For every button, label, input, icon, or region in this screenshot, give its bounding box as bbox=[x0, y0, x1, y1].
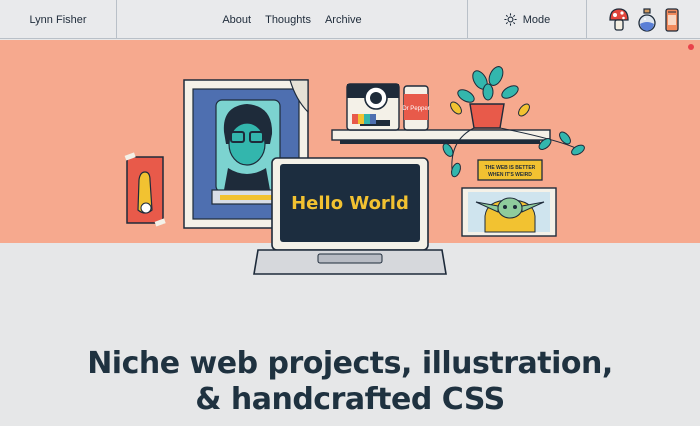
headline-line-1: Niche web projects, illustration, bbox=[87, 346, 613, 382]
nav-link-archive[interactable]: Archive bbox=[325, 14, 362, 26]
polaroid-camera bbox=[346, 83, 400, 131]
site-brand[interactable]: Lynn Fisher bbox=[0, 0, 116, 39]
creature-poster bbox=[461, 187, 557, 237]
main-nav: About Thoughts Archive bbox=[117, 0, 467, 39]
sign-line-1: THE WEB IS BETTER bbox=[485, 165, 536, 171]
sign-line-2: WHEN IT'S WEIRD bbox=[488, 172, 532, 178]
cat-poster bbox=[124, 152, 166, 227]
brand-name[interactable]: Lynn Fisher bbox=[29, 14, 86, 26]
mushroom-icon[interactable] bbox=[608, 7, 630, 33]
mode-label[interactable]: Mode bbox=[523, 14, 551, 26]
laptop-screen-text: Hello World bbox=[291, 193, 409, 214]
soda-label: Dr Pepper bbox=[402, 106, 429, 112]
soda-can-icon[interactable] bbox=[664, 7, 680, 33]
mode-toggle-button[interactable]: Mode bbox=[468, 0, 586, 39]
sun-icon bbox=[504, 13, 517, 26]
page-headline: Niche web projects, illustration, & hand… bbox=[0, 346, 700, 418]
nav-link-thoughts[interactable]: Thoughts bbox=[265, 14, 311, 26]
weird-web-sign: THE WEB IS BETTER WHEN IT'S WEIRD bbox=[477, 159, 543, 181]
sticker-tray bbox=[587, 0, 700, 39]
headline-line-2: & handcrafted CSS bbox=[195, 382, 505, 418]
nav-link-about[interactable]: About bbox=[222, 14, 251, 26]
laptop: Hello World bbox=[253, 157, 447, 275]
hero-illustration: Dr Pepper THE WEB IS BETTER WHEN IT'S WE… bbox=[124, 66, 585, 275]
potion-bottle-icon[interactable] bbox=[636, 7, 658, 33]
top-navigation-bar: Lynn Fisher About Thoughts Archive Mode bbox=[0, 0, 700, 39]
soda-can: Dr Pepper bbox=[402, 85, 430, 131]
